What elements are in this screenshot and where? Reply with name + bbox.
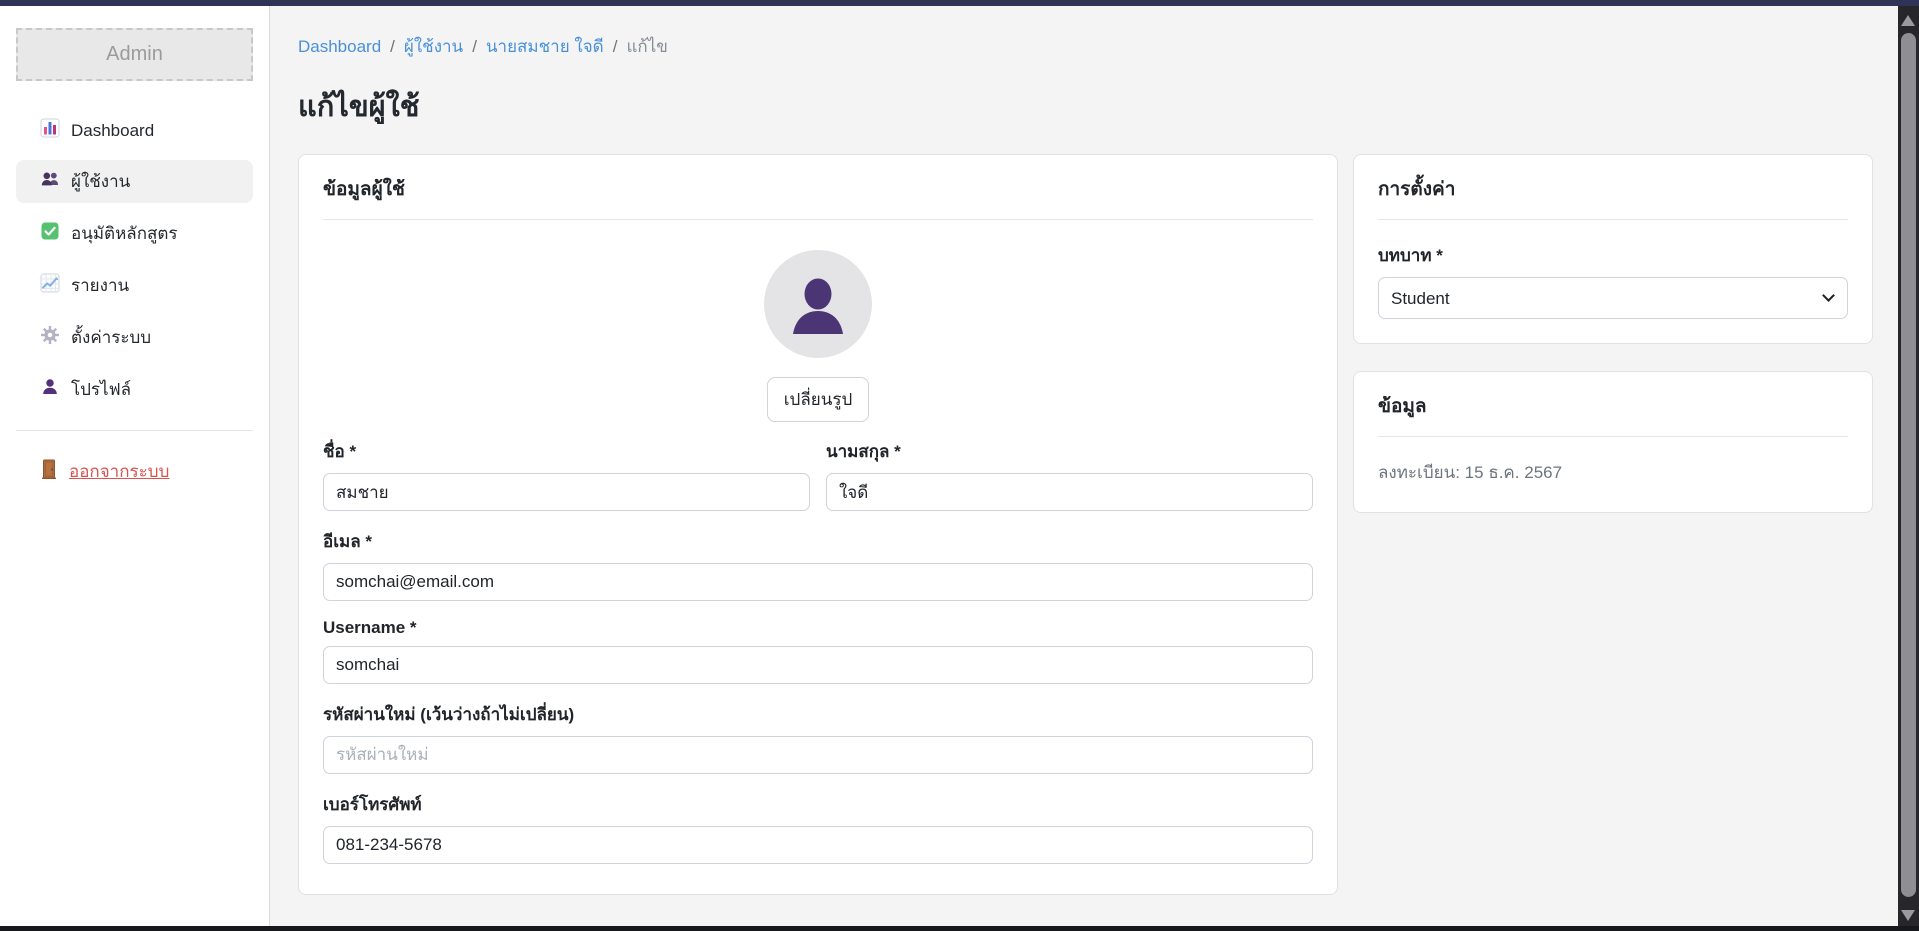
breadcrumb-link-user-name[interactable]: นายสมชาย ใจดี: [486, 33, 604, 60]
last-name-label: นามสกุล *: [826, 438, 1313, 465]
breadcrumb: Dashboard / ผู้ใช้งาน / นายสมชาย ใจดี / …: [298, 33, 1873, 60]
phone-label: เบอร์โทรศัพท์: [323, 791, 1313, 818]
user-info-card: ข้อมูลผู้ใช้ เปลี่ยนรูป: [298, 154, 1338, 895]
first-name-label: ชื่อ *: [323, 438, 810, 465]
users-icon: [40, 169, 60, 194]
user-avatar: [764, 250, 872, 363]
window-top-strip: [0, 0, 1919, 6]
sidebar-item-users[interactable]: ผู้ใช้งาน: [16, 160, 253, 203]
sidebar-item-label: โปรไฟล์: [71, 376, 131, 403]
vertical-scrollbar[interactable]: [1898, 6, 1919, 926]
gear-icon: [40, 325, 60, 350]
sidebar-item-reports[interactable]: รายงาน: [16, 264, 253, 307]
page-title: แก้ไขผู้ใช้: [298, 83, 1873, 129]
scroll-up-arrow-icon[interactable]: [1901, 15, 1915, 26]
scrollbar-thumb[interactable]: [1901, 33, 1916, 897]
settings-card: การตั้งค่า บทบาท * Student: [1353, 154, 1873, 344]
sidebar-divider: [16, 430, 253, 431]
app-frame: Admin Dashboard: [0, 6, 1919, 926]
username-label: Username *: [323, 618, 1313, 638]
sidebar-item-label: ตั้งค่าระบบ: [71, 324, 151, 351]
sidebar-item-profile[interactable]: โปรไฟล์: [16, 368, 253, 411]
sidebar-item-dashboard[interactable]: Dashboard: [16, 110, 253, 151]
email-field[interactable]: [323, 563, 1313, 601]
right-column: การตั้งค่า บทบาท * Student ข้อมูล: [1353, 154, 1873, 513]
sidebar-item-label: Dashboard: [71, 121, 154, 141]
window-bottom-strip: [0, 926, 1919, 931]
bar-chart-icon: [40, 118, 60, 143]
door-icon: [40, 459, 58, 484]
sidebar-item-label: รายงาน: [71, 272, 129, 299]
change-photo-button[interactable]: เปลี่ยนรูป: [767, 377, 870, 422]
sidebar-nav: Dashboard ผู้ใช้งาน: [0, 110, 269, 411]
settings-card-header: การตั้งค่า: [1378, 155, 1848, 220]
breadcrumb-link-dashboard[interactable]: Dashboard: [298, 37, 381, 57]
role-label: บทบาท *: [1378, 242, 1848, 269]
first-name-field[interactable]: [323, 473, 810, 511]
registered-date-text: ลงทะเบียน: 15 ธ.ค. 2567: [1378, 463, 1562, 482]
sidebar-item-label: อนุมัติหลักสูตร: [71, 220, 178, 247]
admin-logo-placeholder: Admin: [16, 28, 253, 81]
breadcrumb-separator: /: [390, 37, 395, 57]
username-field[interactable]: [323, 646, 1313, 684]
user-info-card-header: ข้อมูลผู้ใช้: [323, 155, 1313, 220]
person-icon: [40, 377, 60, 402]
breadcrumb-separator: /: [472, 37, 477, 57]
admin-logo-text: Admin: [106, 43, 163, 66]
new-password-label: รหัสผ่านใหม่ (เว้นว่างถ้าไม่เปลี่ยน): [323, 701, 1313, 728]
breadcrumb-link-users[interactable]: ผู้ใช้งาน: [404, 33, 463, 60]
email-label: อีเมล *: [323, 528, 1313, 555]
new-password-field[interactable]: [323, 736, 1313, 774]
check-icon: [40, 221, 60, 246]
breadcrumb-separator: /: [613, 37, 618, 57]
sidebar-item-approve-courses[interactable]: อนุมัติหลักสูตร: [16, 212, 253, 255]
last-name-field[interactable]: [826, 473, 1313, 511]
info-card-header: ข้อมูล: [1378, 372, 1848, 437]
scroll-down-arrow-icon[interactable]: [1901, 910, 1915, 921]
main-content: Dashboard / ผู้ใช้งาน / นายสมชาย ใจดี / …: [270, 6, 1898, 926]
sidebar-item-label: ผู้ใช้งาน: [71, 168, 130, 195]
info-card: ข้อมูล ลงทะเบียน: 15 ธ.ค. 2567: [1353, 371, 1873, 513]
role-select[interactable]: Student: [1378, 277, 1848, 319]
sidebar-item-system-settings[interactable]: ตั้งค่าระบบ: [16, 316, 253, 359]
phone-field[interactable]: [323, 826, 1313, 864]
sidebar: Admin Dashboard: [0, 6, 270, 926]
logout-label: ออกจากระบบ: [69, 458, 169, 485]
breadcrumb-current: แก้ไข: [626, 33, 667, 60]
sidebar-item-logout[interactable]: ออกจากระบบ: [16, 450, 253, 493]
chart-line-icon: [40, 273, 60, 298]
